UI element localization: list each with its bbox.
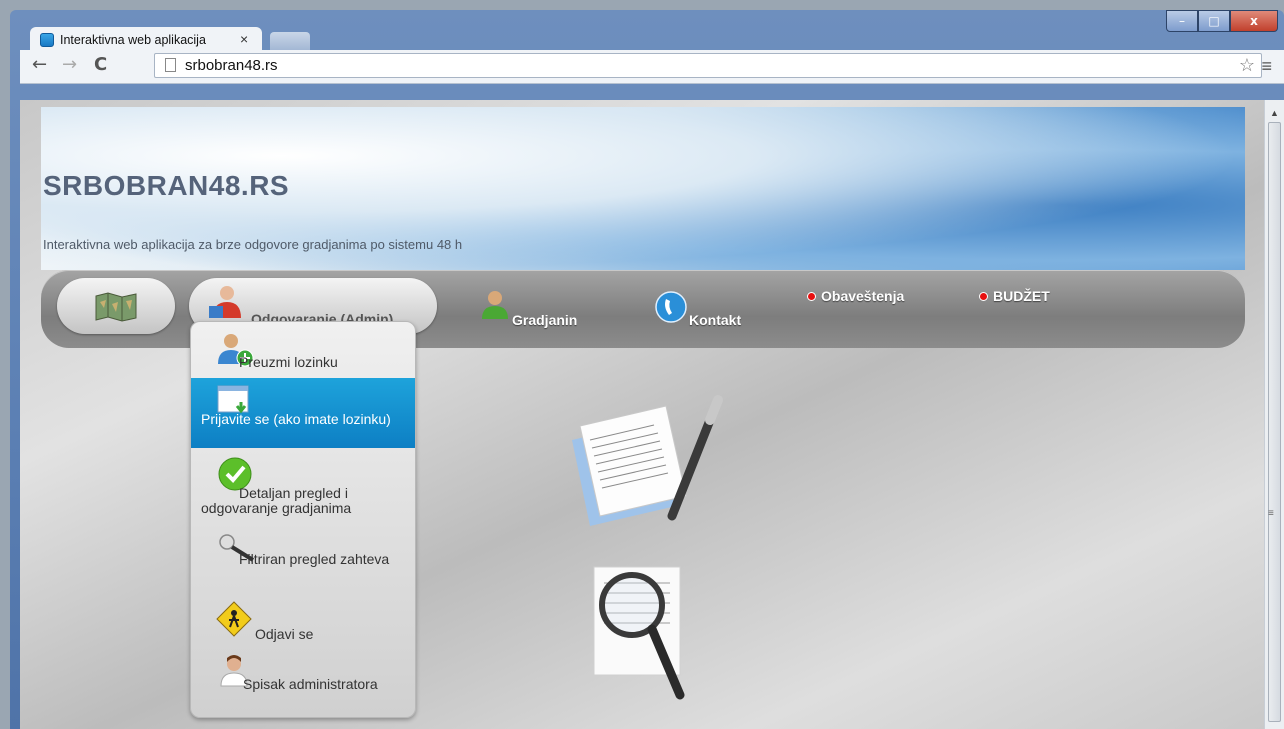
phone-icon	[655, 291, 687, 323]
minimize-button[interactable]: –	[1166, 10, 1198, 32]
notices-dot-icon	[807, 292, 816, 301]
url-text[interactable]: srbobran48.rs	[185, 57, 278, 74]
budget-dot-icon	[979, 292, 988, 301]
tab-close-icon[interactable]: ×	[240, 31, 248, 47]
scroll-thumb[interactable]	[1268, 122, 1281, 722]
scroll-up-icon[interactable]: ▲	[1270, 108, 1279, 118]
browser-toolbar: ← → C srbobran48.rs ☆ ≡	[20, 50, 1284, 84]
map-icon	[95, 292, 137, 322]
site-header-banner: SRBOBRAN48.RS Interaktivna web aplikacij…	[41, 107, 1245, 270]
magnifier-document-icon[interactable]	[590, 563, 700, 703]
back-arrow-icon[interactable]: ←	[32, 56, 47, 74]
close-window-button[interactable]: x	[1230, 10, 1278, 32]
menu-item-label: Prijavite se (ako imate lozinku)	[201, 411, 391, 427]
scroll-grip-icon: ≡	[1268, 508, 1274, 519]
menu-item-detailed-review[interactable]: Detaljan pregled i odgovaranje gradjanim…	[191, 448, 415, 528]
home-nav-button[interactable]	[57, 278, 175, 334]
page-icon	[165, 58, 176, 72]
budget-nav-link[interactable]: BUDŽET	[993, 288, 1050, 304]
admin-users-icon	[209, 286, 241, 318]
menu-item-admin-list[interactable]: Spisak administratora	[191, 654, 415, 717]
forward-arrow-icon[interactable]: →	[62, 56, 77, 74]
tab-title: Interaktivna web aplikacija	[60, 33, 206, 47]
citizen-nav-link[interactable]: Gradjanin	[512, 312, 577, 328]
vertical-scrollbar[interactable]: ▲ ≡	[1264, 100, 1284, 729]
contact-nav-link[interactable]: Kontakt	[689, 312, 741, 328]
menu-item-label: Spisak administratora	[243, 676, 378, 692]
menu-item-label: Detaljan pregled i odgovaranje gradjanim…	[201, 485, 352, 516]
menu-icon[interactable]: ≡	[1261, 56, 1272, 77]
bookmark-star-icon[interactable]: ☆	[1239, 55, 1255, 76]
citizen-icon	[482, 291, 508, 319]
menu-item-login[interactable]: Prijavite se (ako imate lozinku)	[191, 378, 415, 448]
menu-item-label: Odjavi se	[255, 626, 314, 642]
page-viewport: SRBOBRAN48.RS Interaktivna web aplikacij…	[20, 100, 1264, 729]
document-pen-icon[interactable]	[568, 388, 728, 528]
address-bar[interactable]: srbobran48.rs ☆	[154, 53, 1262, 78]
menu-item-label: Preuzmi lozinku	[239, 354, 338, 370]
menu-item-get-password[interactable]: Preuzmi lozinku	[191, 322, 415, 378]
menu-item-label: Filtriran pregled zahteva	[239, 551, 390, 567]
site-tagline: Interaktivna web aplikacija za brze odgo…	[43, 237, 463, 252]
favicon-icon	[40, 33, 54, 47]
new-tab-button[interactable]	[270, 32, 310, 52]
menu-item-filtered-review[interactable]: Filtriran pregled zahteva	[191, 528, 415, 598]
menu-item-logout[interactable]: Odjavi se	[191, 598, 415, 654]
window-controls: – □ x	[1166, 10, 1278, 32]
notices-nav-link[interactable]: Obaveštenja	[821, 288, 904, 304]
site-title: SRBOBRAN48.RS	[43, 170, 290, 201]
warning-sign-icon	[216, 601, 252, 637]
admin-dropdown-menu: Preuzmi lozinku Prijavite se (ako imate …	[190, 321, 416, 718]
maximize-button[interactable]: □	[1198, 10, 1230, 32]
reload-icon[interactable]: C	[94, 56, 107, 74]
